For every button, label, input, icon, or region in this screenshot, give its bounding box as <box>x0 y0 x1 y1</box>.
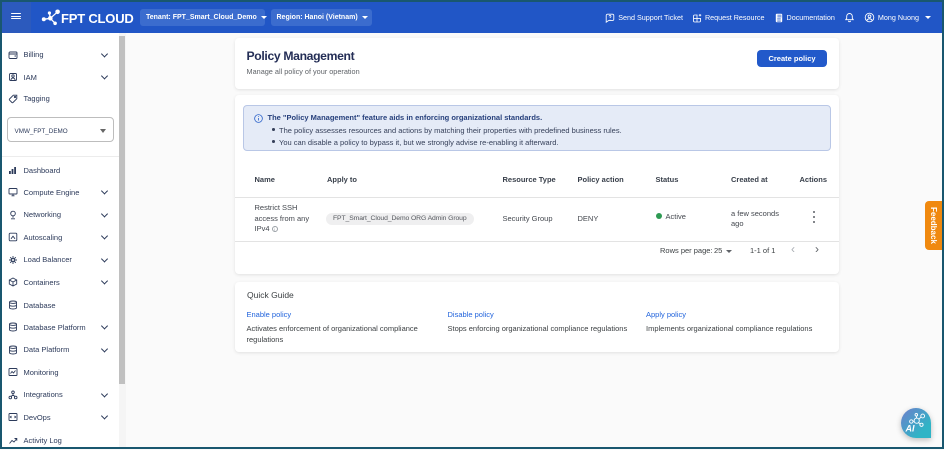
svg-text:AI: AI <box>904 423 914 433</box>
